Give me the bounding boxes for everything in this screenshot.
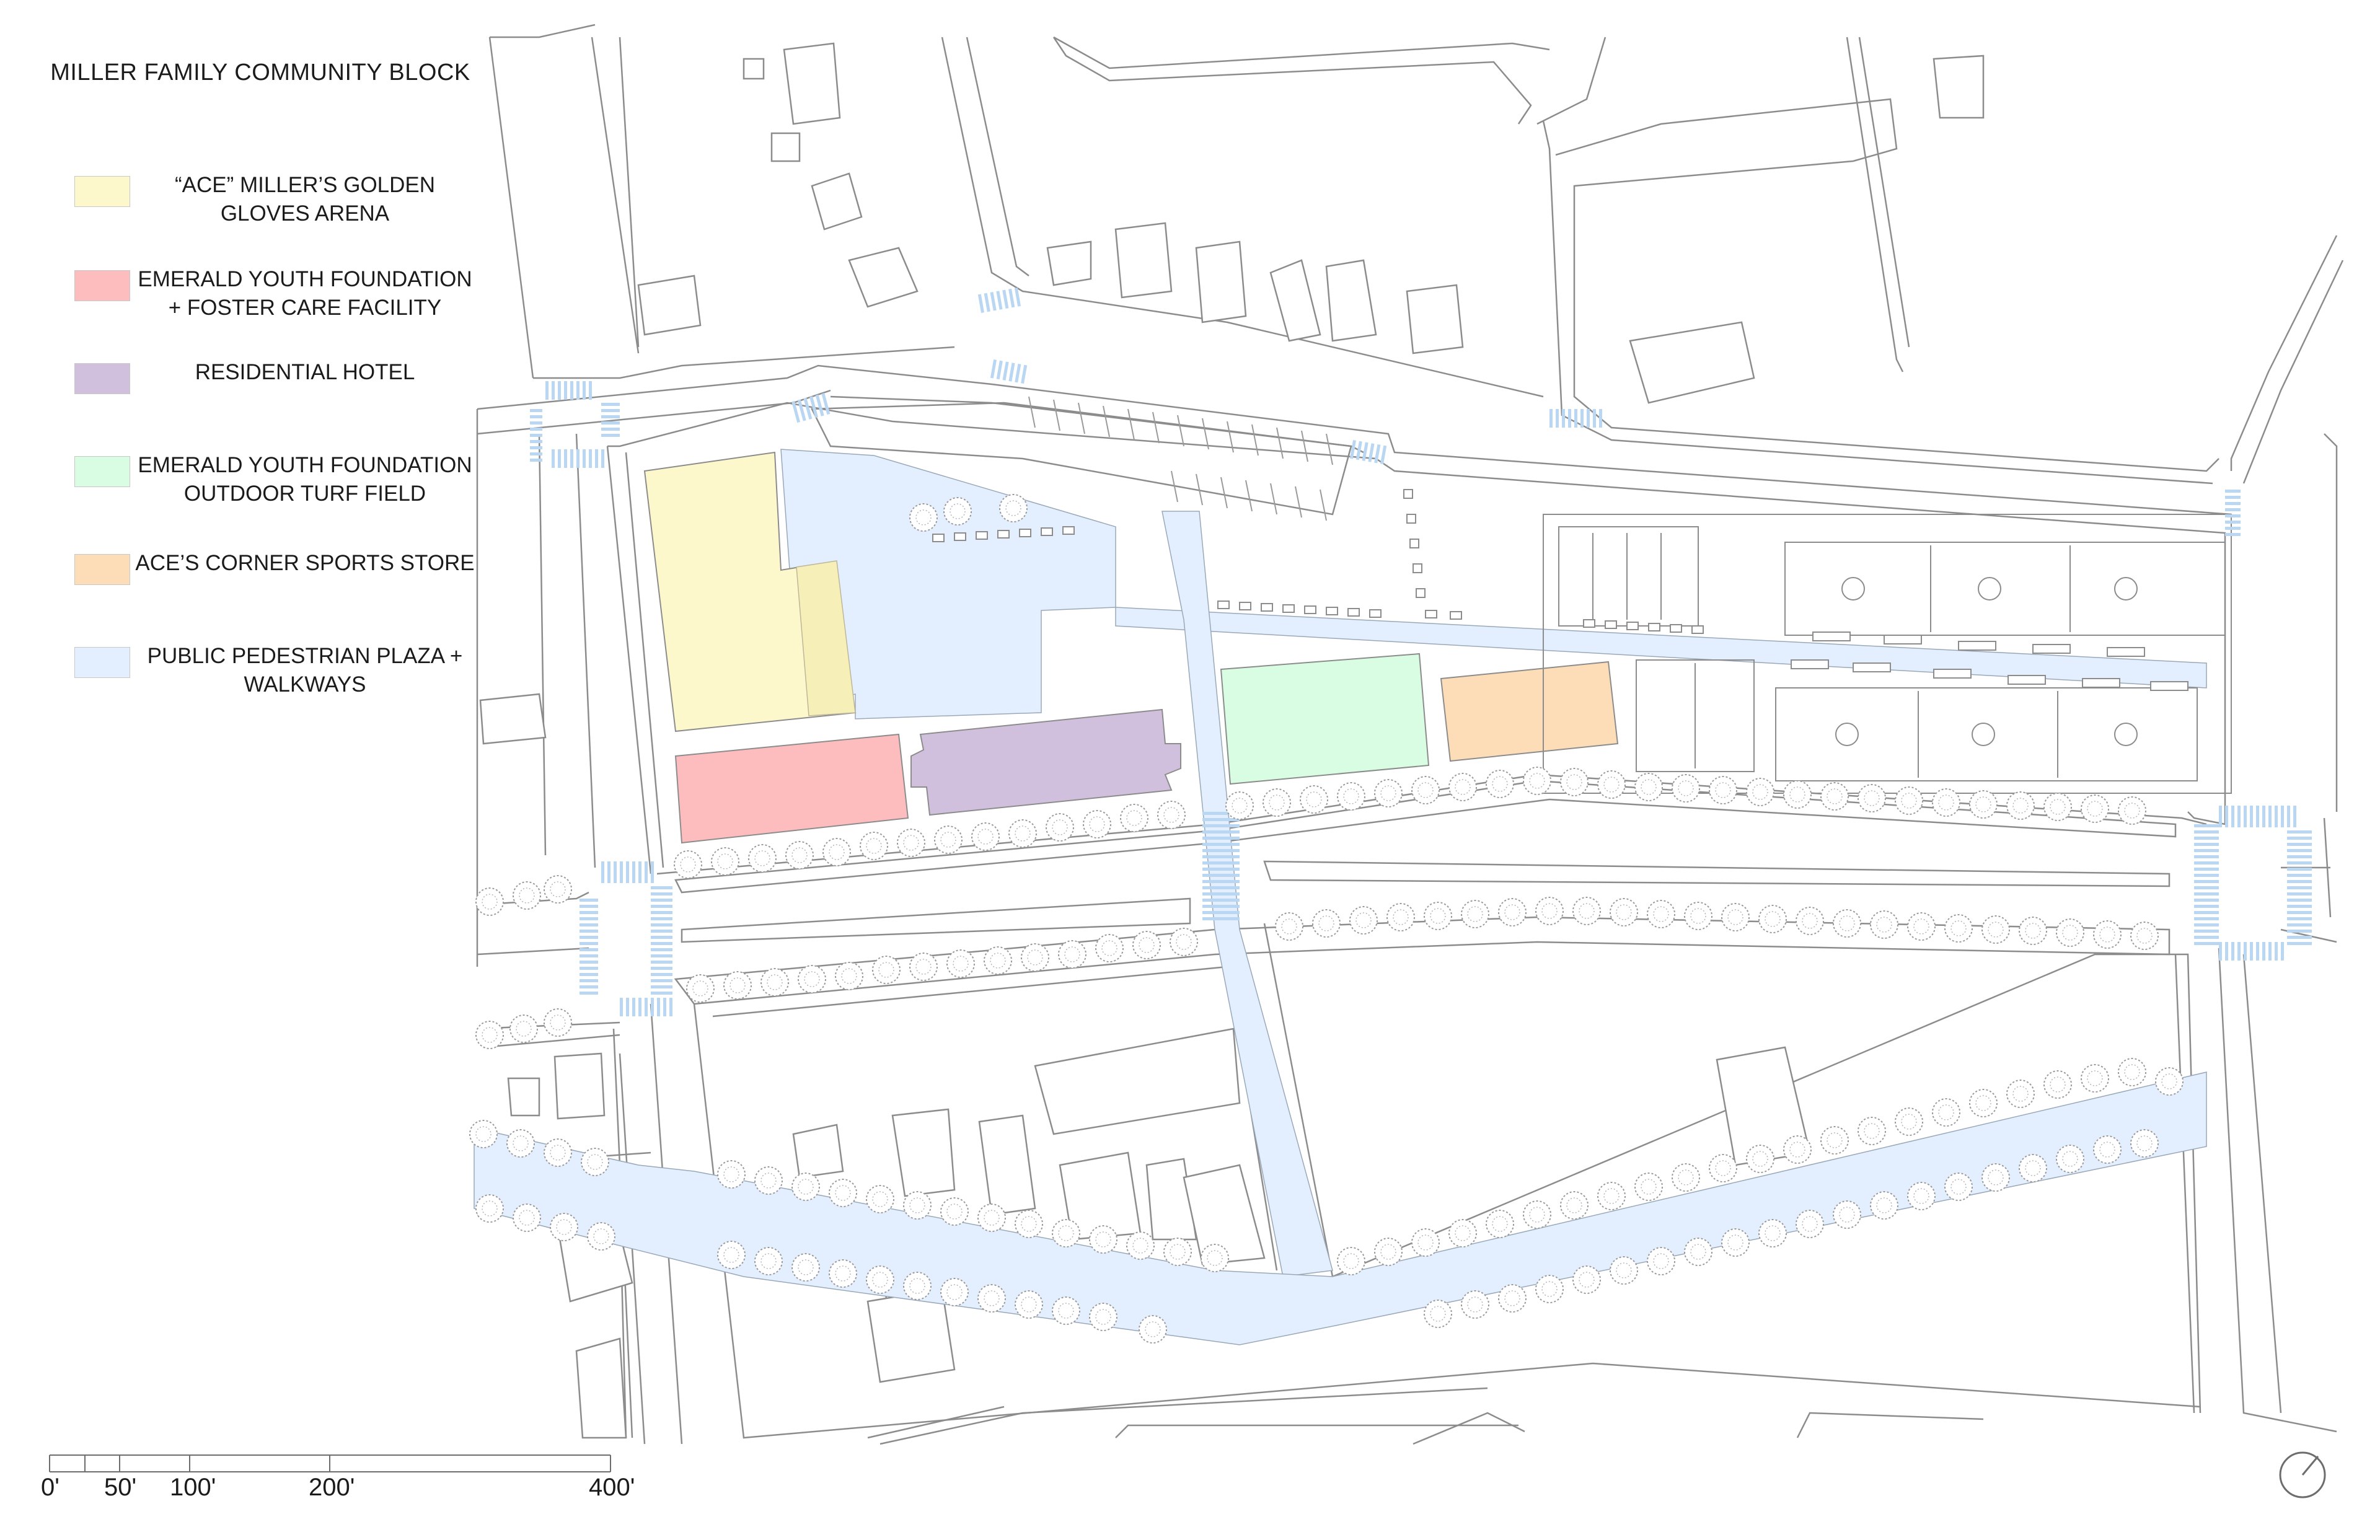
legend-item-arena: “ACE” MILLER’S GOLDEN GLOVES ARENA: [74, 171, 508, 245]
legend-item-pedestrian-plaza: PUBLIC PEDESTRIAN PLAZA + WALKWAYS: [74, 642, 508, 716]
scale-label-0: 0': [41, 1474, 60, 1501]
pedestrian-plaza-swatch: [74, 647, 130, 678]
foster-care-swatch: [74, 270, 130, 301]
legend-title: MILLER FAMILY COMMUNITY BLOCK: [50, 59, 470, 86]
sports-store-swatch: [74, 554, 130, 585]
scale-label-100: 100': [170, 1474, 216, 1501]
legend-item-sports-store: ACE’S CORNER SPORTS STORE: [74, 549, 508, 623]
legend-label: EMERALD YOUTH FOUNDATION OUTDOOR TURF FI…: [138, 453, 472, 506]
north-arrow-icon: [2279, 1451, 2326, 1498]
scale-bar: [49, 1454, 611, 1472]
legend-item-foster-care: EMERALD YOUTH FOUNDATION + FOSTER CARE F…: [74, 265, 508, 340]
legend-item-residential-hotel: RESIDENTIAL HOTEL: [74, 358, 508, 433]
turf-field-swatch: [74, 456, 130, 487]
sports-store-block: [1440, 661, 1619, 762]
foster-care-block: [674, 733, 909, 844]
scale-label-400: 400': [589, 1474, 635, 1501]
residential-hotel-block: [910, 708, 1181, 816]
residential-hotel-swatch: [74, 363, 130, 394]
legend-label: ACE’S CORNER SPORTS STORE: [135, 551, 475, 575]
scale-label-50: 50': [104, 1474, 137, 1501]
legend-label: EMERALD YOUTH FOUNDATION + FOSTER CARE F…: [138, 267, 472, 320]
parking-stalls: [1028, 396, 1333, 521]
legend-label: PUBLIC PEDESTRIAN PLAZA + WALKWAYS: [147, 644, 463, 697]
legend-label: “ACE” MILLER’S GOLDEN GLOVES ARENA: [174, 173, 436, 226]
turf-field-block: [1220, 653, 1430, 785]
legend-item-turf-field: EMERALD YOUTH FOUNDATION OUTDOOR TURF FI…: [74, 451, 508, 526]
arena-swatch: [74, 176, 130, 207]
legend-label: RESIDENTIAL HOTEL: [195, 360, 415, 384]
scale-label-200: 200': [309, 1474, 355, 1501]
